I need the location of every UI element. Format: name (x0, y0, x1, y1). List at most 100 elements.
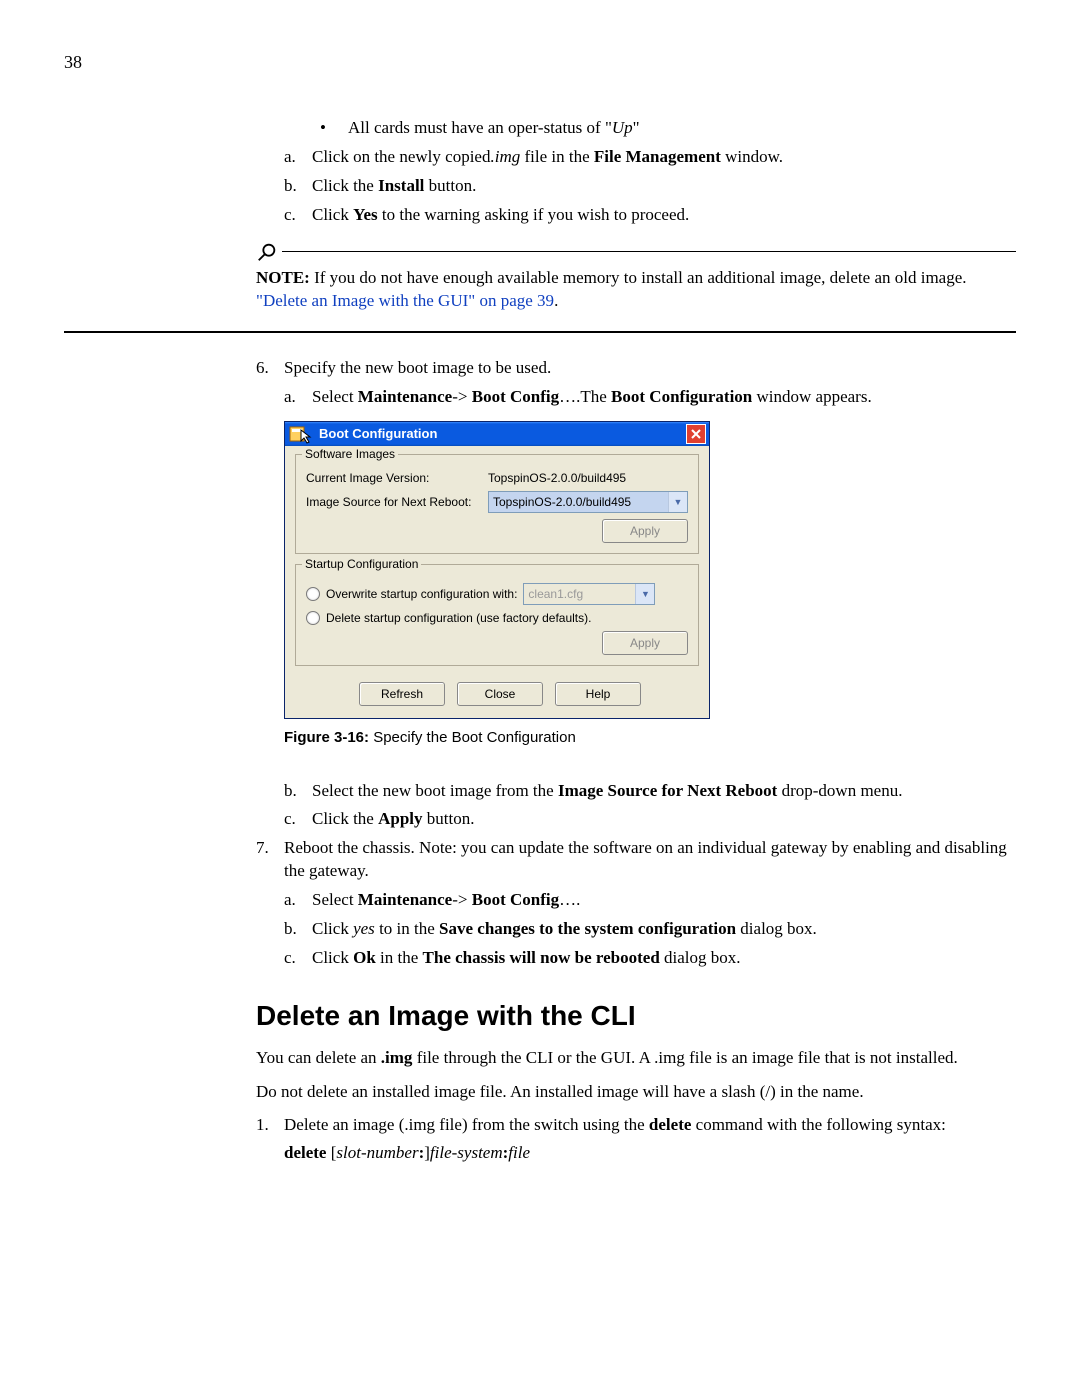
text-bold: Maintenance (358, 387, 452, 406)
substep-a: a. Select Maintenance-> Boot Config….The… (284, 386, 1016, 409)
text: Click (312, 919, 353, 938)
text-bold: Install (378, 176, 424, 195)
text: Click (312, 948, 353, 967)
note-text: NOTE: If you do not have enough availabl… (256, 267, 1016, 313)
text: Select (312, 890, 358, 909)
text-em: yes (353, 919, 375, 938)
chevron-down-icon: ▼ (668, 492, 687, 512)
text: Select (312, 387, 358, 406)
magnifier-icon (256, 241, 278, 263)
text-bold: Image Source for Next Reboot (558, 781, 777, 800)
page-number: 38 (64, 52, 1016, 73)
cursor-icon (299, 428, 315, 444)
text: file in the (520, 147, 594, 166)
text-bold: delete (649, 1115, 691, 1134)
titlebar[interactable]: Boot Configuration (285, 422, 709, 446)
note-label: NOTE: (256, 268, 310, 287)
image-source-next-reboot-select[interactable]: TopspinOS-2.0.0/build495 ▼ (488, 491, 688, 513)
step-1: 1. Delete an image (.img file) from the … (256, 1114, 1016, 1137)
substep-b: b. Select the new boot image from the Im… (284, 780, 1016, 803)
text-bold: delete (284, 1143, 331, 1162)
text: command with the following syntax: (691, 1115, 946, 1134)
dialog-title: Boot Configuration (319, 426, 437, 441)
apply-button[interactable]: Apply (602, 631, 688, 655)
apply-button[interactable]: Apply (602, 519, 688, 543)
text: in the (376, 948, 423, 967)
step-text: Reboot the chassis. Note: you can update… (284, 837, 1016, 883)
software-images-group: Software Images Current Image Version: T… (295, 454, 699, 554)
command-syntax: delete [slot-number:]file-system:file (284, 1143, 1016, 1163)
text: file through the CLI or the GUI. A .img … (412, 1048, 957, 1067)
delete-config-radio[interactable] (306, 611, 320, 625)
figure-caption: Figure 3-16: Specify the Boot Configurat… (284, 729, 1016, 746)
chevron-down-icon: ▼ (635, 584, 654, 604)
overwrite-label: Overwrite startup configuration with: (326, 587, 517, 601)
text: All cards must have an oper-status of " (348, 118, 612, 137)
text: Click the (312, 809, 378, 828)
paragraph: Do not delete an installed image file. A… (256, 1080, 1016, 1104)
substep-a: a. Select Maintenance-> Boot Config…. (284, 889, 1016, 912)
substep-c: c. Click the Apply button. (284, 808, 1016, 831)
text-em: file-system (430, 1143, 503, 1162)
text: button. (423, 809, 475, 828)
text-em: slot-number (336, 1143, 418, 1162)
text: . (554, 291, 558, 310)
text: " (633, 118, 640, 137)
text: dialog box. (660, 948, 741, 967)
image-source-next-reboot-label: Image Source for Next Reboot: (306, 495, 488, 509)
refresh-button[interactable]: Refresh (359, 682, 445, 706)
text: If you do not have enough available memo… (314, 268, 966, 287)
text-bold: Boot Config (472, 890, 559, 909)
text-bold: Apply (378, 809, 422, 828)
text: to the warning asking if you wish to pro… (378, 205, 690, 224)
step-number: 7. (256, 837, 284, 883)
text: -> (452, 890, 472, 909)
text-bold: Maintenance (358, 890, 452, 909)
text-em: file (508, 1143, 530, 1162)
text: window. (721, 147, 783, 166)
text: Click (312, 205, 353, 224)
text-bold: Save changes to the system configuration (439, 919, 736, 938)
substep-c: c. Click Yes to the warning asking if yo… (284, 204, 1016, 227)
overwrite-radio[interactable] (306, 587, 320, 601)
bullet-item: • All cards must have an oper-status of … (312, 117, 1016, 140)
horizontal-rule (64, 331, 1016, 333)
substep-b: b. Click yes to in the Save changes to t… (284, 918, 1016, 941)
text-bold: File Management (594, 147, 721, 166)
figure-text: Specify the Boot Configuration (369, 729, 576, 746)
text: ….The (559, 387, 611, 406)
note-link[interactable]: "Delete an Image with the GUI" on page 3… (256, 291, 554, 310)
text: …. (559, 890, 580, 909)
close-button[interactable] (686, 424, 706, 444)
text-bold: Boot Configuration (611, 387, 752, 406)
text-bold: Boot Config (472, 387, 559, 406)
step-number: 6. (256, 357, 284, 380)
group-title: Startup Configuration (302, 557, 421, 571)
text-bold: Yes (353, 205, 378, 224)
close-button[interactable]: Close (457, 682, 543, 706)
figure-number: Figure 3-16: (284, 729, 369, 746)
boot-configuration-dialog: Boot Configuration Software Images Curre… (284, 421, 710, 719)
overwrite-config-select[interactable]: clean1.cfg ▼ (523, 583, 655, 605)
note-separator (256, 241, 1016, 263)
select-value: TopspinOS-2.0.0/build495 (489, 492, 668, 512)
close-icon (690, 428, 702, 440)
text-bold: .img (381, 1048, 413, 1067)
current-image-version-label: Current Image Version: (306, 471, 488, 485)
step-6: 6. Specify the new boot image to be used… (256, 357, 1016, 380)
step-number: 1. (256, 1114, 284, 1137)
text: Delete an image (.img file) from the swi… (284, 1115, 649, 1134)
text: dialog box. (736, 919, 817, 938)
text: to in the (375, 919, 439, 938)
startup-configuration-group: Startup Configuration Overwrite startup … (295, 564, 699, 666)
text: -> (452, 387, 472, 406)
text-em: Up (612, 118, 633, 137)
substep-c: c. Click Ok in the The chassis will now … (284, 947, 1016, 970)
group-title: Software Images (302, 447, 398, 461)
select-value: clean1.cfg (524, 584, 635, 604)
help-button[interactable]: Help (555, 682, 641, 706)
text: button. (424, 176, 476, 195)
paragraph: You can delete an .img file through the … (256, 1046, 1016, 1070)
text-em: .img (490, 147, 520, 166)
text-bold: The chassis will now be rebooted (423, 948, 660, 967)
